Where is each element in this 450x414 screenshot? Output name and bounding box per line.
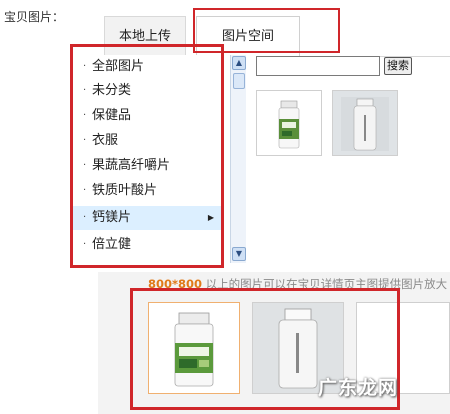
- supplement-bottle-icon: [278, 100, 300, 149]
- scroll-down-arrow-icon[interactable]: ▼: [232, 247, 246, 261]
- watermark-logo: 广东龙网: [318, 377, 399, 399]
- field-label: 宝贝图片：: [4, 10, 65, 24]
- search-input[interactable]: [256, 56, 380, 76]
- image-thumbnail[interactable]: [256, 90, 322, 156]
- category-scrollbar[interactable]: ▲ ▼: [230, 55, 246, 263]
- image-thumbnail[interactable]: [332, 90, 398, 156]
- scrollbar-thumb[interactable]: [233, 73, 245, 89]
- supplement-bottle-icon: [341, 97, 389, 151]
- scroll-up-arrow-icon[interactable]: ▲: [232, 56, 246, 70]
- category-highlight-box: [70, 44, 224, 268]
- search-button[interactable]: 搜索: [384, 57, 412, 75]
